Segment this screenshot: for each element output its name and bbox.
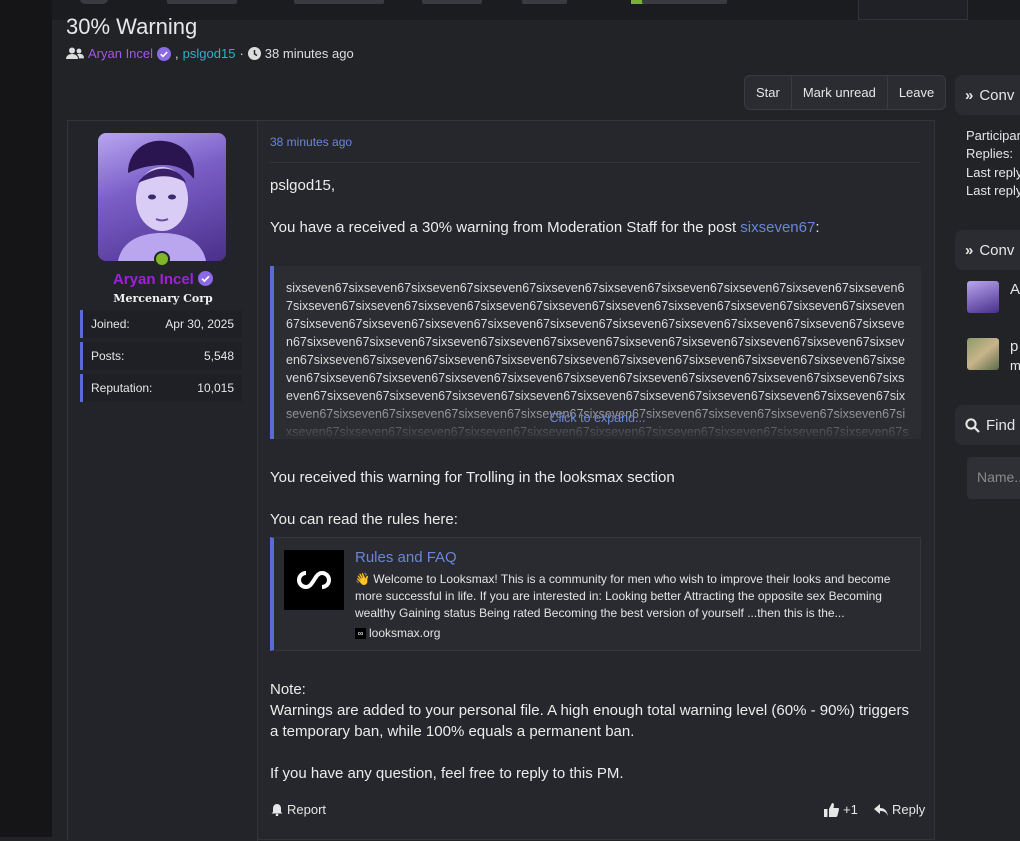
warning-colon: : (815, 219, 820, 236)
looksmax-logo-icon (284, 550, 344, 610)
participant-avatar[interactable] (967, 338, 999, 370)
stat-value: 10,015 (197, 381, 234, 395)
sidebar-replies-label: Replies: (966, 146, 1013, 161)
thumbs-up-icon (824, 802, 839, 817)
nav-item-3[interactable] (422, 0, 482, 4)
sidebar-find-header: Find (955, 405, 1020, 445)
nav-item-2[interactable] (294, 0, 384, 4)
post-link[interactable]: sixseven67 (740, 219, 815, 236)
users-icon (66, 47, 84, 59)
reply-icon (874, 803, 888, 816)
stat-label: Reputation: (91, 381, 153, 395)
sidebar-participants-label: Participar (966, 128, 1020, 143)
reason-text: You received this warning for Trolling i… (270, 469, 675, 486)
message: Aryan Incel Mercenary Corp Joined: Apr 3… (67, 120, 935, 841)
warning-text: You have a received a 30% warning from M… (270, 219, 741, 236)
participant-avatar[interactable] (967, 281, 999, 313)
meta-comma: , (175, 46, 179, 61)
stat-reputation: Reputation: 10,015 (80, 374, 242, 402)
divider (270, 162, 920, 163)
leave-button[interactable]: Leave (888, 76, 945, 109)
author-name[interactable]: Aryan Incel (68, 271, 258, 288)
nav-item-4[interactable] (522, 0, 567, 4)
sidebar-last-reply-1: Last reply (966, 165, 1020, 180)
mark-unread-button[interactable]: Mark unread (792, 76, 888, 109)
nav-item-1[interactable] (167, 0, 237, 4)
author-title: Mercenary Corp (113, 292, 213, 305)
conversation-actions: Star Mark unread Leave (744, 75, 947, 110)
sidebar-card-title: Conv (979, 86, 1015, 104)
sidebar-participants-header: » Conv (955, 230, 1020, 270)
left-edge-bar (0, 0, 52, 837)
nav-item-5[interactable] (642, 0, 727, 4)
stat-label: Posts: (91, 349, 125, 363)
participant-subtitle: m (1010, 358, 1020, 373)
star-button[interactable]: Star (745, 76, 792, 109)
rules-intro: You can read the rules here: (270, 511, 458, 528)
closing-text: If you have any question, feel free to r… (270, 765, 624, 782)
sidebar-card-title: Conv (979, 241, 1015, 259)
verified-badge-icon (198, 271, 214, 286)
double-chevron-right-icon: » (965, 241, 974, 259)
sidebar-card-title: Find (986, 416, 1016, 434)
author-name-text[interactable]: Aryan Incel (113, 271, 194, 288)
message-timestamp[interactable]: 38 minutes ago (270, 135, 352, 149)
report-button[interactable]: Report (271, 802, 326, 817)
report-label[interactable]: Report (287, 802, 326, 817)
preview-description: 👋 Welcome to Looksmax! This is a communi… (355, 572, 891, 620)
meta-separator: · (239, 46, 244, 61)
greeting: pslgod15, (270, 177, 336, 194)
reply-button[interactable]: Reply (874, 802, 925, 817)
double-chevron-right-icon: » (965, 86, 974, 104)
nav-logo-icon[interactable] (80, 0, 108, 4)
avatar-portrait-image (118, 140, 206, 261)
reply-label[interactable]: Reply (892, 802, 925, 817)
link-preview-card[interactable]: Rules and FAQ 👋 Welcome to Looksmax! Thi… (270, 537, 921, 651)
quote-block: sixseven67sixseven67sixseven67sixseven67… (270, 266, 921, 439)
like-reaction[interactable]: +1 (824, 802, 858, 817)
stat-value: 5,548 (203, 349, 234, 363)
favicon-icon: ∞ (355, 627, 366, 639)
message-user-column: Aryan Incel Mercenary Corp Joined: Apr 3… (68, 121, 258, 841)
preview-domain: ∞ looksmax.org (355, 626, 440, 640)
thread-time: 38 minutes ago (264, 46, 354, 61)
thread-meta: Aryan Incel , pslgod15 · 38 minutes ago (66, 46, 354, 61)
preview-title[interactable]: Rules and FAQ (355, 549, 457, 566)
avatar[interactable] (98, 133, 226, 261)
reaction-count[interactable]: +1 (843, 802, 858, 817)
participant-name[interactable]: p (1010, 338, 1018, 355)
clock-icon (247, 47, 261, 60)
click-to-expand-link[interactable]: Click to expand... (274, 411, 921, 425)
preview-domain-text: looksmax.org (369, 626, 441, 640)
nav-user-menu[interactable] (858, 0, 968, 20)
note-line-1: Warnings are added to your personal file… (270, 702, 909, 719)
stat-value: Apr 30, 2025 (165, 317, 234, 331)
note-heading: Note: (270, 681, 306, 698)
warning-line: You have a received a 30% warning from M… (270, 219, 820, 236)
participant-link-pslgod15[interactable]: pslgod15 (183, 46, 236, 61)
sidebar-last-reply-2: Last reply (966, 183, 1020, 198)
find-name-input[interactable]: Name... (967, 457, 1020, 499)
stat-label: Joined: (91, 317, 130, 331)
verified-badge-icon (157, 46, 172, 61)
online-indicator (154, 251, 170, 267)
participant-link-aryan[interactable]: Aryan Incel (88, 46, 153, 61)
sidebar-conversation-info-header: » Conv (955, 75, 1020, 115)
stat-joined: Joined: Apr 30, 2025 (80, 310, 242, 338)
bell-icon (271, 804, 283, 816)
page-title: 30% Warning (66, 14, 198, 39)
participant-name[interactable]: A (1010, 281, 1020, 298)
note-line-2: a temporary ban, while 100% equals a per… (270, 723, 635, 740)
stat-posts: Posts: 5,548 (80, 342, 242, 370)
search-icon (965, 417, 980, 433)
